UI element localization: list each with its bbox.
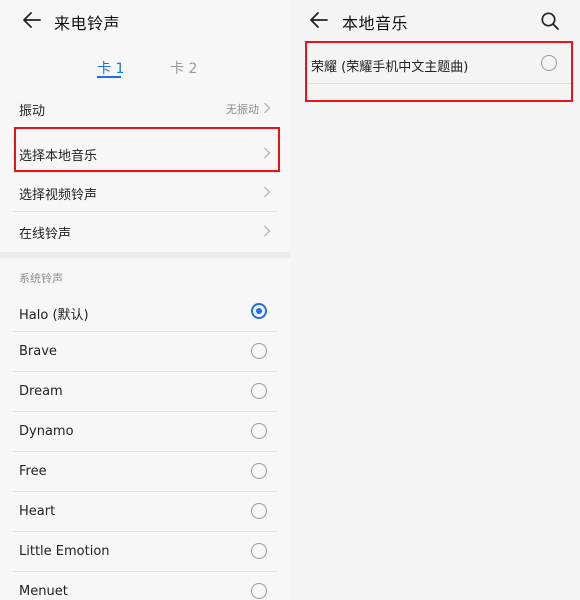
ringtone-label: Brave (19, 344, 57, 359)
ringtone-item-brave[interactable]: Brave (13, 332, 277, 372)
chevron-right-icon (264, 186, 271, 198)
header: 本地音乐 (290, 0, 580, 42)
ringtone-item-menuet[interactable]: Menuet (13, 572, 277, 600)
header: 来电铃声 (0, 0, 290, 42)
ringtone-item-heart[interactable]: Heart (13, 492, 277, 532)
back-arrow-icon[interactable] (22, 10, 42, 30)
chevron-right-icon (264, 225, 271, 237)
divider (307, 83, 571, 84)
page-title: 来电铃声 (54, 14, 121, 33)
section-separator (0, 252, 290, 258)
ringtone-item-little-emotion[interactable]: Little Emotion (13, 532, 277, 572)
ringtone-settings-panel: 来电铃声 卡 1 卡 2 振动 无振动 选择本地音乐 选择视频铃声 在线铃声 系… (0, 0, 290, 600)
ringtone-item-free[interactable]: Free (13, 452, 277, 492)
page-title: 本地音乐 (342, 14, 409, 33)
ringtone-label: Heart (19, 504, 56, 519)
local-music-panel: 本地音乐 (290, 0, 580, 600)
select-video-ringtone-row[interactable]: 选择视频铃声 (13, 172, 277, 212)
song-item[interactable]: 荣耀 (荣耀手机中文主题曲) (307, 44, 571, 84)
system-ringtones-heading: 系统铃声 (19, 272, 63, 285)
ringtone-label: Little Emotion (19, 544, 110, 559)
tab-sim2[interactable]: 卡 2 (170, 58, 197, 78)
radio-unselected-icon[interactable] (251, 383, 267, 399)
ringtone-label: Menuet (19, 584, 68, 599)
back-arrow-icon[interactable] (309, 10, 329, 30)
search-icon[interactable] (540, 11, 560, 31)
radio-unselected-icon[interactable] (541, 55, 557, 71)
active-tab-indicator (97, 76, 121, 78)
radio-unselected-icon[interactable] (251, 343, 267, 359)
select-local-music-label: 选择本地音乐 (19, 149, 98, 164)
divider (13, 127, 277, 128)
online-ringtone-row[interactable]: 在线铃声 (13, 211, 277, 251)
vibration-value: 无振动 (226, 103, 259, 116)
ringtone-label: Dynamo (19, 424, 74, 439)
ringtone-item-dream[interactable]: Dream (13, 372, 277, 412)
ringtone-item-dynamo[interactable]: Dynamo (13, 412, 277, 452)
radio-unselected-icon[interactable] (251, 583, 267, 599)
vibration-row[interactable]: 振动 无振动 (13, 88, 277, 128)
radio-unselected-icon[interactable] (251, 463, 267, 479)
ringtone-label: Dream (19, 384, 63, 399)
radio-unselected-icon[interactable] (251, 503, 267, 519)
ringtone-item-halo[interactable]: Halo (默认) (13, 292, 277, 332)
vibration-label: 振动 (19, 104, 46, 119)
sim-tabs: 卡 1 卡 2 (0, 58, 290, 86)
song-title: 荣耀 (荣耀手机中文主题曲) (311, 60, 469, 75)
ringtone-label: Halo (默认) (19, 308, 89, 323)
online-ringtone-label: 在线铃声 (19, 227, 72, 242)
chevron-right-icon (264, 102, 271, 114)
tab-sim1[interactable]: 卡 1 (97, 58, 124, 78)
radio-unselected-icon[interactable] (251, 423, 267, 439)
ringtone-label: Free (19, 464, 47, 479)
chevron-right-icon (264, 147, 271, 159)
radio-selected-icon[interactable] (251, 303, 267, 319)
select-video-ringtone-label: 选择视频铃声 (19, 188, 98, 203)
select-local-music-row[interactable]: 选择本地音乐 (13, 133, 277, 173)
radio-unselected-icon[interactable] (251, 543, 267, 559)
